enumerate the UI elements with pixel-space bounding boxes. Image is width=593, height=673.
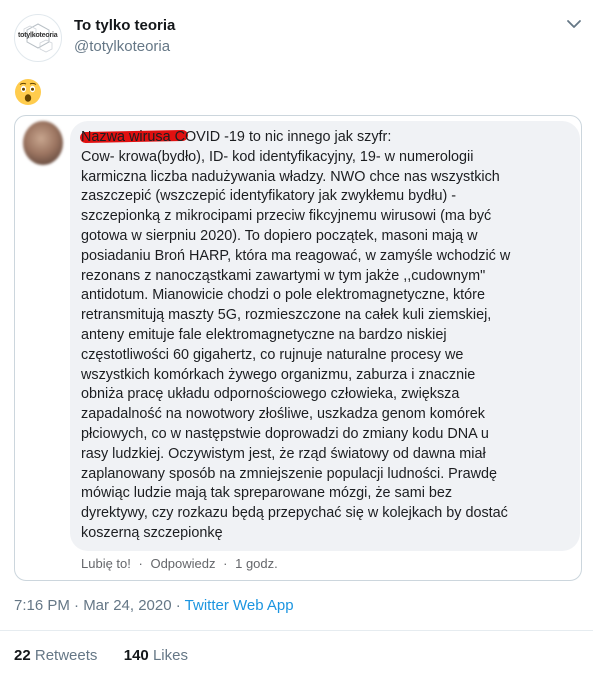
author-handle[interactable]: @totylkoteoria xyxy=(74,38,170,55)
likes-stat[interactable]: 140 Likes xyxy=(124,647,188,664)
tweet-timestamp[interactable]: 7:16 PM · Mar 24, 2020 xyxy=(14,597,172,614)
likes-label: Likes xyxy=(152,647,188,664)
retweets-stat[interactable]: 22 Retweets xyxy=(14,647,97,664)
tweet-meta: 7:16 PM · Mar 24, 2020 · Twitter Web App xyxy=(14,597,294,614)
likes-count: 140 xyxy=(123,647,149,664)
embedded-facebook-screenshot[interactable]: Nazwa wirusa COVID -19 to nic innego jak… xyxy=(14,115,582,581)
meta-separator: · xyxy=(175,597,181,614)
tweet-source-link[interactable]: Twitter Web App xyxy=(185,597,294,614)
divider xyxy=(0,630,593,631)
chevron-down-icon[interactable] xyxy=(565,15,583,33)
avatar-logo-text: totylkoteoria xyxy=(18,32,58,39)
author-name[interactable]: To tylko teoria xyxy=(74,17,175,34)
author-avatar[interactable]: totylkoteoria xyxy=(14,14,62,62)
separator-dot: · xyxy=(223,556,228,571)
comment-text: Nazwa wirusa COVID -19 to nic innego jak… xyxy=(81,129,511,541)
comment-actions: Lubię to! · Odpowiedz · 1 godz. xyxy=(81,556,278,571)
separator-dot: · xyxy=(138,556,143,571)
like-link: Lubię to! xyxy=(81,556,131,571)
retweets-count: 22 xyxy=(14,647,31,664)
comment-time: 1 godz. xyxy=(235,556,278,571)
tweet-header: totylkoteoria To tylko teoria @totylkote… xyxy=(0,0,593,70)
tweet-stats: 22 Retweets 140 Likes xyxy=(14,647,188,664)
retweets-label: Retweets xyxy=(34,647,98,664)
astonished-face-emoji xyxy=(15,79,41,105)
commenter-avatar xyxy=(23,121,63,165)
reply-link: Odpowiedz xyxy=(150,556,216,571)
